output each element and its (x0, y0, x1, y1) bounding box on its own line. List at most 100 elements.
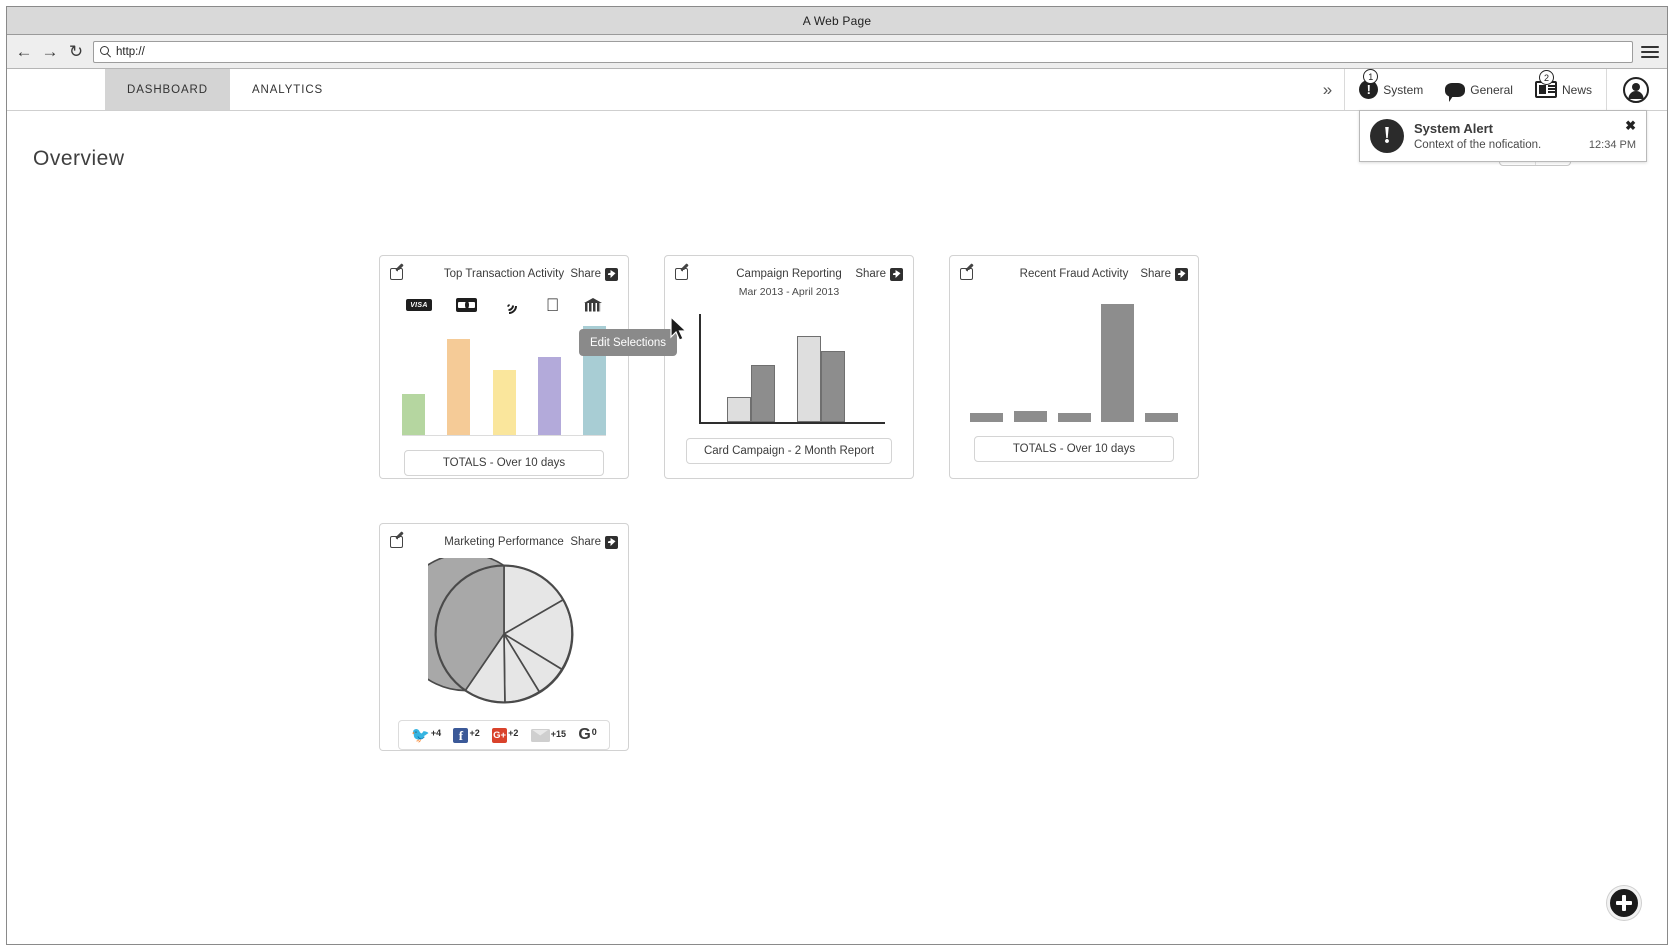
facebook-icon[interactable]: f +2 (453, 728, 479, 743)
bar-1 (447, 339, 470, 435)
share-arrow-icon (1175, 268, 1188, 281)
contactless-icon[interactable] (502, 296, 522, 314)
credit-card-icon[interactable] (456, 298, 477, 312)
card-header: Campaign Reporting Share (675, 266, 903, 282)
bar-chart-top-transaction (402, 326, 606, 436)
share-label: Share (570, 268, 601, 280)
page-title: Overview (33, 147, 125, 171)
share-arrow-icon (605, 536, 618, 549)
share-button[interactable]: Share (570, 536, 618, 549)
facebook-count: +2 (469, 729, 479, 738)
notification-system-label: System (1383, 83, 1423, 97)
edit-pencil-icon[interactable] (960, 268, 973, 280)
google-plus-count: +2 (508, 729, 518, 738)
overflow-chevron-icon[interactable]: » (1311, 80, 1344, 100)
bar-2 (1058, 413, 1091, 422)
edit-pencil-icon[interactable] (390, 536, 403, 548)
card-subtitle: Mar 2013 - April 2013 (675, 286, 903, 298)
system-badge: 1 (1363, 69, 1378, 84)
dashboard-cards: Top Transaction Activity Share VISA  (379, 255, 1209, 751)
url-text: http:// (116, 46, 145, 58)
notification-popup-title: System Alert (1414, 121, 1636, 136)
card-header: Marketing Performance Share (390, 534, 618, 550)
social-share-bar: 🐦 +4 f +2 G+ +2 +15 (398, 720, 610, 750)
y-axis (699, 314, 701, 424)
share-label: Share (570, 536, 601, 548)
card-header: Top Transaction Activity Share (390, 266, 618, 282)
search-icon (100, 46, 111, 57)
card-marketing-performance: Marketing Performance Share (379, 523, 629, 751)
notification-popup-text: Context of the nofication. (1414, 139, 1589, 151)
card-footer-button[interactable]: TOTALS - Over 10 days (974, 436, 1174, 462)
google-count: 0 (592, 728, 597, 737)
tab-analytics[interactable]: ANALYTICS (230, 69, 345, 110)
app-navigation-bar: DASHBOARD ANALYTICS » 1 ! System General… (7, 69, 1667, 111)
avatar[interactable] (1623, 77, 1649, 103)
share-label: Share (855, 268, 886, 280)
bar-0 (402, 394, 425, 435)
bar-0 (970, 413, 1003, 422)
notification-popup-row: Context of the nofication. 12:34 PM (1414, 139, 1636, 151)
account-area (1606, 69, 1665, 110)
bar-mar-a (727, 397, 751, 422)
share-button[interactable]: Share (855, 268, 903, 281)
visa-icon[interactable]: VISA (406, 299, 432, 311)
exclamation-icon: ! (1370, 119, 1404, 153)
bar-1 (1014, 411, 1047, 422)
notification-system[interactable]: 1 ! System (1359, 80, 1423, 99)
google-plus-icon[interactable]: G+ +2 (492, 728, 518, 743)
apple-pay-icon[interactable]:  (546, 296, 560, 314)
card-footer-button[interactable]: Card Campaign - 2 Month Report (686, 438, 892, 464)
bar-chart-campaign-reporting (699, 314, 885, 424)
share-button[interactable]: Share (1140, 268, 1188, 281)
notification-group: 1 ! System General 2 News (1344, 69, 1606, 110)
google-icon[interactable]: G 0 (578, 727, 596, 743)
x-axis (699, 422, 885, 424)
bar-3 (1101, 304, 1134, 422)
card-top-transaction-activity: Top Transaction Activity Share VISA  (379, 255, 629, 479)
close-icon[interactable]: ✖ (1625, 119, 1636, 132)
bar-3 (538, 357, 561, 435)
payment-method-icons: VISA  (390, 294, 618, 316)
bank-icon[interactable] (584, 298, 602, 313)
share-button[interactable]: Share (570, 268, 618, 281)
card-footer-button[interactable]: TOTALS - Over 10 days (404, 450, 604, 476)
notification-popup-time: 12:34 PM (1589, 139, 1636, 151)
share-arrow-icon (890, 268, 903, 281)
browser-toolbar: ← → ↻ http:// (7, 35, 1667, 69)
card-row-1: Top Transaction Activity Share VISA  (379, 255, 1209, 479)
card-campaign-reporting: Campaign Reporting Share Mar 2013 - Apri… (664, 255, 914, 479)
card-header: Recent Fraud Activity Share (960, 266, 1188, 282)
bar-4 (1145, 413, 1178, 422)
card-row-2: Marketing Performance Share (379, 479, 1209, 751)
back-icon[interactable]: ← (15, 43, 33, 61)
twitter-count: +4 (431, 729, 441, 738)
notification-news-label: News (1562, 83, 1592, 97)
edit-pencil-icon[interactable] (390, 268, 403, 280)
email-count: +15 (551, 730, 566, 739)
window-title: A Web Page (803, 14, 872, 28)
nav-tabs: DASHBOARD ANALYTICS (105, 69, 345, 110)
bar-apr-a (797, 336, 821, 422)
tooltip-edit-selections: Edit Selections (579, 329, 677, 356)
menu-icon[interactable] (1641, 46, 1659, 58)
edit-pencil-icon[interactable] (675, 268, 688, 280)
bar-apr-b (821, 351, 845, 423)
notification-news[interactable]: 2 News (1535, 81, 1592, 98)
twitter-icon[interactable]: 🐦 +4 (411, 728, 441, 743)
share-label: Share (1140, 268, 1171, 280)
reload-icon[interactable]: ↻ (67, 43, 85, 61)
address-bar[interactable]: http:// (93, 41, 1633, 63)
tab-dashboard[interactable]: DASHBOARD (105, 69, 230, 110)
nav-right-group: » 1 ! System General 2 News (1311, 69, 1667, 110)
share-arrow-icon (605, 268, 618, 281)
email-icon[interactable]: +15 (531, 729, 566, 742)
forward-icon[interactable]: → (41, 43, 59, 61)
notification-general-label: General (1470, 83, 1513, 97)
card-recent-fraud-activity: Recent Fraud Activity Share TOTALS - (949, 255, 1199, 479)
chat-bubble-icon (1445, 83, 1465, 97)
add-widget-button[interactable] (1607, 886, 1641, 920)
notification-general[interactable]: General (1445, 83, 1513, 97)
pie-chart-marketing-performance (390, 558, 618, 710)
bar-chart-recent-fraud (970, 304, 1178, 422)
